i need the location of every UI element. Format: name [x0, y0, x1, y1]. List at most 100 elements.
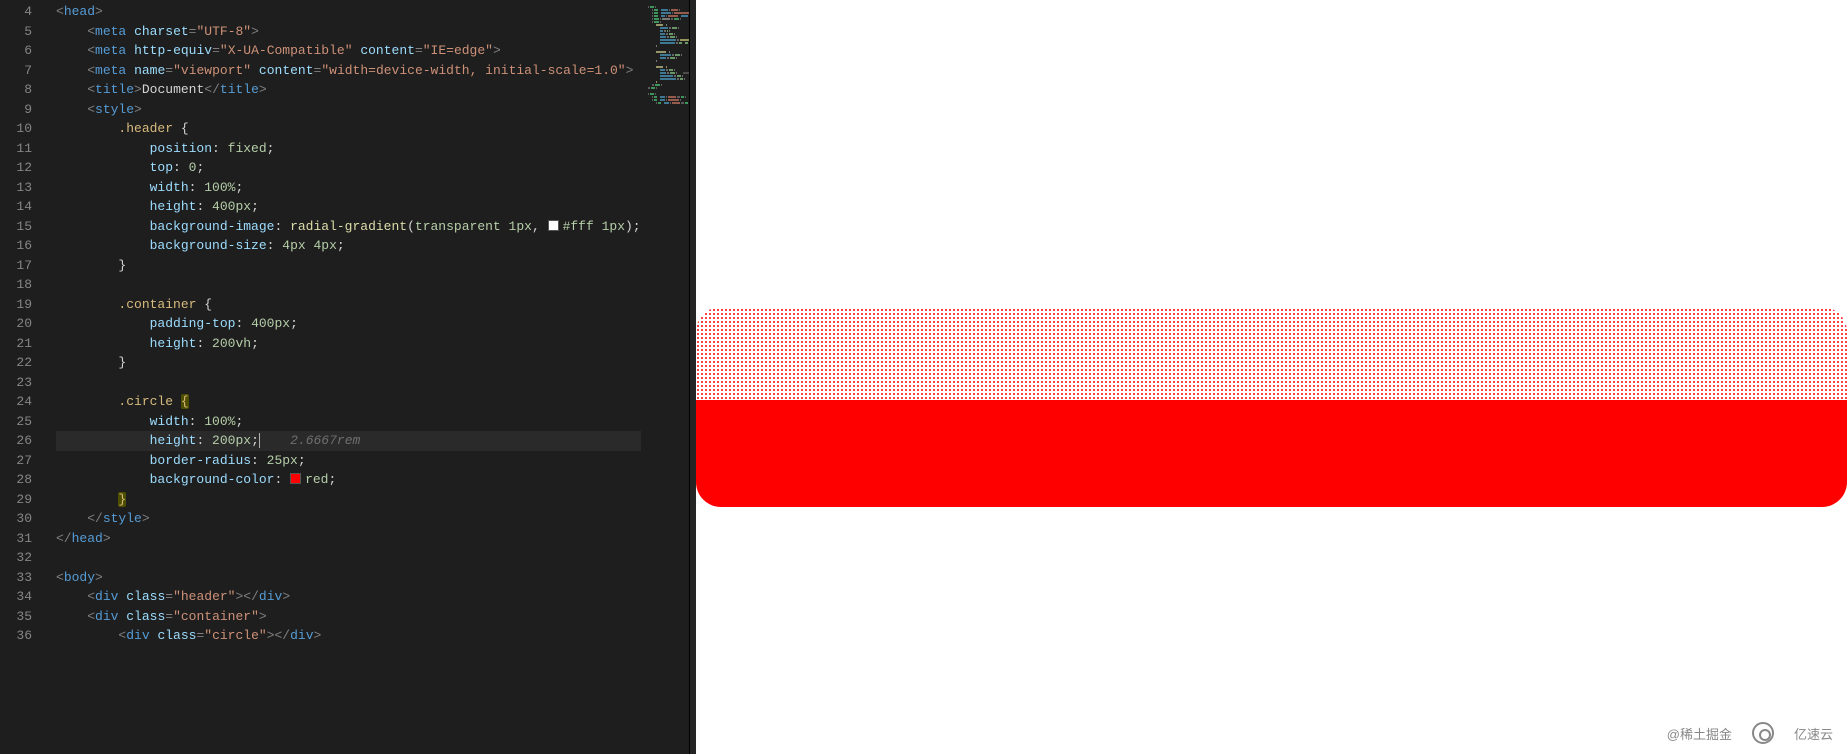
- token-prop: width: [150, 414, 189, 429]
- code-line[interactable]: width: 100%;: [56, 412, 641, 432]
- code-line[interactable]: }: [56, 256, 641, 276]
- token-num: 400px: [251, 316, 290, 331]
- line-number: 10: [0, 119, 32, 139]
- token-punc: =: [165, 589, 173, 604]
- code-line[interactable]: background-image: radial-gradient(transp…: [56, 217, 641, 237]
- code-line[interactable]: }: [56, 490, 641, 510]
- code-line[interactable]: <div class="header"></div>: [56, 587, 641, 607]
- white-color-swatch-icon[interactable]: [548, 220, 559, 231]
- code-line[interactable]: background-size: 4px 4px;: [56, 236, 641, 256]
- token-tag: meta: [95, 24, 126, 39]
- token-str: "X-UA-Compatible": [220, 43, 353, 58]
- code-line[interactable]: padding-top: 400px;: [56, 314, 641, 334]
- token-str: "header": [173, 589, 235, 604]
- token-tag: head: [64, 4, 95, 19]
- token-prop: background-size: [150, 238, 267, 253]
- token-brace: {: [204, 297, 212, 312]
- token-colon: (: [407, 219, 415, 234]
- token-str: "IE=edge": [423, 43, 493, 58]
- code-line[interactable]: top: 0;: [56, 158, 641, 178]
- token-colon: :: [235, 316, 251, 331]
- code-line[interactable]: .container {: [56, 295, 641, 315]
- token-colon: ;: [337, 238, 345, 253]
- line-number: 35: [0, 607, 32, 627]
- token-punc: >: [251, 24, 259, 39]
- token-str: "circle": [204, 628, 266, 643]
- token-punc: >: [626, 63, 634, 78]
- token-punc: </: [87, 511, 103, 526]
- code-line[interactable]: <meta http-equiv="X-UA-Compatible" conte…: [56, 41, 641, 61]
- code-line[interactable]: .header {: [56, 119, 641, 139]
- code-line[interactable]: height: 400px;: [56, 197, 641, 217]
- code-line[interactable]: }: [56, 353, 641, 373]
- code-line[interactable]: </head>: [56, 529, 641, 549]
- line-number: 20: [0, 314, 32, 334]
- token-attr: content: [259, 63, 314, 78]
- preview-circle-element: [696, 307, 1847, 507]
- token-brace: }: [118, 355, 126, 370]
- token-colon: ;: [196, 160, 204, 175]
- line-number: 30: [0, 509, 32, 529]
- token-brace: }: [118, 258, 126, 273]
- code-line[interactable]: height: 200vh;: [56, 334, 641, 354]
- line-number: 17: [0, 256, 32, 276]
- token-num: 200px: [212, 433, 251, 448]
- token-punc: <: [87, 24, 95, 39]
- token-tag: meta: [95, 63, 126, 78]
- token-punc: <: [87, 63, 95, 78]
- token-colon: );: [625, 219, 641, 234]
- code-line[interactable]: .circle {: [56, 392, 641, 412]
- code-line[interactable]: <meta charset="UTF-8">: [56, 22, 641, 42]
- token-hint: 2.6667rem: [290, 433, 360, 448]
- token-colon: ,: [532, 219, 548, 234]
- token-colon: ;: [251, 433, 259, 448]
- watermark-left: @稀土掘金: [1667, 724, 1732, 743]
- line-number: 16: [0, 236, 32, 256]
- code-line[interactable]: <body>: [56, 568, 641, 588]
- code-line[interactable]: [56, 275, 641, 295]
- token-punc: =: [165, 63, 173, 78]
- code-line[interactable]: border-radius: 25px;: [56, 451, 641, 471]
- minimap-line: [647, 42, 690, 44]
- token-prop: height: [150, 433, 197, 448]
- code-line[interactable]: <div class="container">: [56, 607, 641, 627]
- token-colon: :: [196, 336, 212, 351]
- token-num: 200vh: [212, 336, 251, 351]
- token-num: transparent: [415, 219, 501, 234]
- code-line[interactable]: <div class="circle"></div>: [56, 626, 641, 646]
- token-colon: :: [173, 160, 189, 175]
- line-number: 11: [0, 139, 32, 159]
- red-color-swatch-icon[interactable]: [290, 473, 301, 484]
- code-area[interactable]: <head> <meta charset="UTF-8"> <meta http…: [50, 0, 641, 754]
- token-attr: content: [360, 43, 415, 58]
- code-line[interactable]: position: fixed;: [56, 139, 641, 159]
- token-colon: ;: [290, 316, 298, 331]
- code-line[interactable]: <style>: [56, 100, 641, 120]
- token-colon: ;: [251, 336, 259, 351]
- code-line[interactable]: [56, 373, 641, 393]
- code-line[interactable]: <meta name="viewport" content="width=dev…: [56, 61, 641, 81]
- code-line[interactable]: </style>: [56, 509, 641, 529]
- token-num: 4px: [313, 238, 336, 253]
- line-number: 7: [0, 61, 32, 81]
- token-white: Document: [142, 82, 204, 97]
- token-colon: ;: [298, 453, 306, 468]
- code-line[interactable]: [56, 548, 641, 568]
- line-number: 22: [0, 353, 32, 373]
- minimap-line: [647, 102, 690, 104]
- token-punc: >: [95, 4, 103, 19]
- token-prop: padding-top: [150, 316, 236, 331]
- token-punc: </: [204, 82, 220, 97]
- code-line[interactable]: <title>Document</title>: [56, 80, 641, 100]
- code-line[interactable]: height: 200px; 2.6667rem: [56, 431, 641, 451]
- minimap-line: [647, 72, 690, 74]
- code-line[interactable]: <head>: [56, 2, 641, 22]
- code-line[interactable]: width: 100%;: [56, 178, 641, 198]
- minimap[interactable]: [641, 0, 690, 754]
- line-number: 19: [0, 295, 32, 315]
- token-colon: :: [196, 199, 212, 214]
- live-preview-pane[interactable]: @稀土掘金 亿速云: [696, 0, 1847, 754]
- token-attr: class: [157, 628, 196, 643]
- code-line[interactable]: background-color: red;: [56, 470, 641, 490]
- text-cursor: [259, 433, 260, 448]
